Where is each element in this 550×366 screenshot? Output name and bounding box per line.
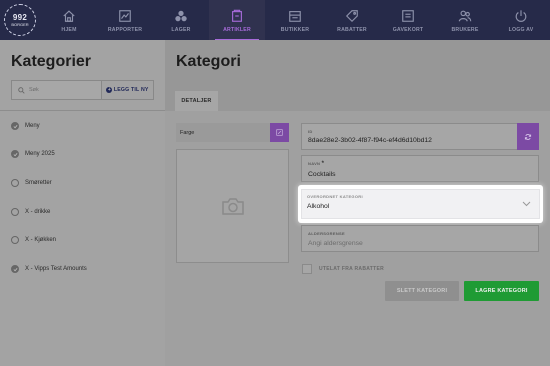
check-circle-icon xyxy=(11,265,19,273)
nav-item-stock[interactable]: LAGER xyxy=(153,0,209,40)
save-category-button[interactable]: LAGRE KATEGORI xyxy=(464,281,539,301)
regenerate-id-button[interactable] xyxy=(517,123,539,150)
gift-card-icon xyxy=(402,10,414,22)
image-upload[interactable] xyxy=(176,149,289,263)
category-label: Meny 2025 xyxy=(25,151,55,157)
age-limit-label: ALDERSGRENSE xyxy=(308,231,345,236)
id-label: ID xyxy=(308,129,313,134)
category-label: Meny xyxy=(25,123,40,129)
category-label: X - Vipps Test Amounts xyxy=(25,266,87,272)
empty-circle-icon xyxy=(11,208,19,216)
boxes-icon xyxy=(175,10,187,22)
category-label: X - Kjøkken xyxy=(25,237,57,243)
nav-item-users[interactable]: BRUKERE xyxy=(437,0,493,40)
tab-details[interactable]: DETALJER xyxy=(175,91,218,111)
category-item-x-kjokken[interactable]: X - Kjøkken xyxy=(11,234,56,246)
power-icon xyxy=(515,10,527,22)
age-limit-field[interactable]: ALDERSGRENSE Angi aldersgrense xyxy=(301,225,539,252)
category-detail: Kategori DETALJER Farge ID 8dae28e2-3b02… xyxy=(165,40,550,366)
name-label: NAVN * xyxy=(308,161,325,167)
category-item-smoretter[interactable]: Smøretter xyxy=(11,177,52,189)
camera-icon xyxy=(221,198,244,215)
nav-item-giftcards[interactable]: GAVEKORT xyxy=(380,0,436,40)
plus-icon: + xyxy=(106,87,113,93)
nav-item-home[interactable]: HJEM xyxy=(41,0,97,40)
tag-box-icon xyxy=(232,9,242,22)
color-picker-button[interactable] xyxy=(270,123,289,142)
add-category-button[interactable]: + LEGG TIL NY xyxy=(101,81,153,99)
nav-item-logout[interactable]: LOGG AV xyxy=(493,0,549,40)
nav-label: ARTIKLER xyxy=(223,27,251,33)
search-field[interactable] xyxy=(12,81,101,99)
search-bar: + LEGG TIL NY xyxy=(11,80,154,100)
category-item-x-vipps[interactable]: X - Vipps Test Amounts xyxy=(11,263,87,275)
refresh-icon xyxy=(524,133,532,140)
nav-label: RABATTER xyxy=(337,27,367,33)
age-limit-placeholder: Angi aldersgrense xyxy=(308,240,363,247)
details-panel: Farge ID 8dae28e2-3b02-4f87-f94c-ef4d6d1… xyxy=(165,111,550,366)
nav-label: BRUKERE xyxy=(451,27,479,33)
nav-label: LOGG AV xyxy=(508,27,534,33)
chevron-down-icon xyxy=(522,201,531,207)
search-input[interactable] xyxy=(29,87,89,93)
required-marker: * xyxy=(321,161,325,167)
nav-label: RAPPORTER xyxy=(107,27,143,33)
check-circle-icon xyxy=(11,122,19,130)
category-label: X - drikke xyxy=(25,209,51,215)
top-navigation: 992 BORGER HJEM RAPPORTER LAGER ARTIKLER… xyxy=(0,0,550,40)
logo-subtext: BORGER xyxy=(11,21,29,27)
name-value: Cocktails xyxy=(308,171,336,178)
exclude-discounts-label: UTELAT FRA RABATTER xyxy=(319,266,385,272)
exclude-discounts-row[interactable]: UTELAT FRA RABATTER xyxy=(302,264,384,274)
category-item-meny-2025[interactable]: Meny 2025 xyxy=(11,148,55,160)
empty-circle-icon xyxy=(11,236,19,244)
category-label: Smøretter xyxy=(25,180,52,186)
id-value: 8dae28e2-3b02-4f87-f94c-ef4d6d10bd12 xyxy=(308,137,432,144)
discount-tag-icon xyxy=(345,10,358,23)
delete-category-button[interactable]: SLETT KATEGORI xyxy=(385,281,459,301)
nav-label: BUTIKKER xyxy=(280,27,310,33)
color-label: Farge xyxy=(176,123,270,142)
empty-circle-icon xyxy=(11,179,19,187)
category-item-x-drikke[interactable]: X - drikke xyxy=(11,206,50,218)
check-circle-icon xyxy=(11,150,19,158)
category-item-meny[interactable]: Meny xyxy=(11,120,40,132)
parent-category-value: Alkohol xyxy=(307,203,330,210)
category-sidebar: Kategorier + LEGG TIL NY Meny Meny 2025 … xyxy=(0,40,165,366)
store-icon xyxy=(289,11,301,22)
add-label: LEGG TIL NY xyxy=(113,87,149,93)
color-picker-row: Farge xyxy=(176,123,289,142)
nav-label: HJEM xyxy=(61,27,77,33)
search-icon xyxy=(18,86,25,94)
paint-icon xyxy=(276,129,283,136)
chart-icon xyxy=(119,10,131,22)
nav-label: LAGER xyxy=(171,27,191,33)
parent-category-label: OVERORDNET KATEGORI xyxy=(307,194,363,199)
parent-category-highlight: OVERORDNET KATEGORI Alkohol xyxy=(298,185,543,223)
id-field[interactable]: ID 8dae28e2-3b02-4f87-f94c-ef4d6d10bd12 xyxy=(301,123,539,150)
nav-item-discounts[interactable]: RABATTER xyxy=(324,0,380,40)
home-icon xyxy=(63,10,75,22)
nav-item-stores[interactable]: BUTIKKER xyxy=(267,0,323,40)
exclude-discounts-checkbox[interactable] xyxy=(302,264,312,274)
nav-item-articles[interactable]: ARTIKLER xyxy=(209,0,265,40)
logo[interactable]: 992 BORGER xyxy=(4,4,36,36)
users-icon xyxy=(458,10,472,22)
nav-item-reports[interactable]: RAPPORTER xyxy=(97,0,153,40)
sidebar-title: Kategorier xyxy=(11,53,92,70)
logo-text: 992 xyxy=(12,12,28,22)
name-field[interactable]: NAVN * Cocktails xyxy=(301,155,539,182)
parent-category-select[interactable]: OVERORDNET KATEGORI Alkohol xyxy=(301,189,540,219)
page-title: Kategori xyxy=(176,53,241,70)
divider xyxy=(0,110,165,111)
nav-label: GAVEKORT xyxy=(392,27,424,33)
